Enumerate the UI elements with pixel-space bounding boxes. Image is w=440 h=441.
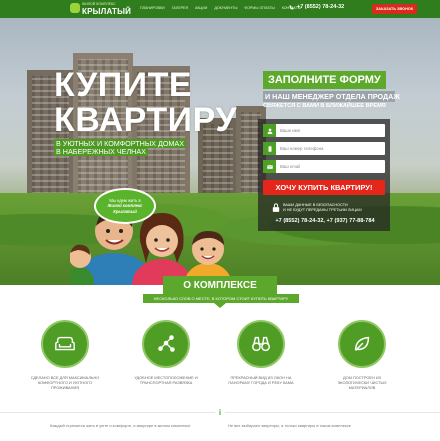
- hero-title-line2: КВАРТИРУ: [54, 101, 237, 139]
- top-header: ЖИЛОЙ КОМПЛЕКС КРЫЛАТЫЙ ПЛАНИРОВКИ ГАЛЕР…: [0, 0, 440, 18]
- form-phones: +7 (8552) 78-24-32, +7 (937) 77-88-784: [275, 218, 375, 224]
- about-title: О КОМПЛЕКСЕ: [163, 276, 277, 294]
- hero-section: КУПИТЕ КВАРТИРУ В УЮТНЫХ И КОМФОРТНЫХ ДО…: [0, 18, 440, 285]
- feature-item: СДЕЛАНО ВСЕ ДЛЯ МАКСИМАЛЬНО КОМФОРТНОГО …: [30, 320, 100, 390]
- about-subtitle: НЕСКОЛЬКО СЛОВ О МЕСТЕ, В КОТОРОМ СТОИТ …: [143, 294, 299, 303]
- bottom-text-right: Не все выбирают квартиры, а только кварт…: [228, 423, 351, 428]
- name-field[interactable]: Ваше имя: [263, 124, 385, 137]
- phone-icon: [263, 142, 276, 155]
- form-subheading: И НАШ МЕНЕДЖЕР ОТДЕЛА ПРОДАЖ: [263, 91, 400, 102]
- user-icon: [263, 124, 276, 137]
- info-mark: i: [215, 408, 225, 418]
- hero-subtitle-line2: В НАБЕРЕЖНЫХ ЧЕЛНАХ: [54, 147, 148, 157]
- logo-name: КРЫЛАТЫЙ: [82, 7, 132, 16]
- feature-text: ДОМ ПОСТРОЕН ИЗ ЭКОЛОГИЧЕСКИ ЧИСТЫХ МАТЕ…: [337, 375, 387, 391]
- nav-item-gallery[interactable]: ГАЛЕРЕЯ: [172, 6, 188, 10]
- feature-text: ПРЕКРАСНЫЙ ВИД ИЗ ОКОН НА ПАНОРАМУ ГОРОД…: [228, 375, 294, 386]
- form-heading: ЗАПОЛНИТЕ ФОРМУ: [263, 71, 386, 89]
- speech-bubble: Мы едем жить в Жилой комплекс Крылатый: [94, 188, 156, 224]
- nav-item-documents[interactable]: ДОКУМЕНТЫ: [214, 6, 237, 10]
- logo-subtitle: ЖИЛОЙ КОМПЛЕКС: [82, 2, 116, 6]
- hero-subtitle: В УЮТНЫХ И КОМФОРТНЫХ ДОМАХ В НАБЕРЕЖНЫХ…: [54, 139, 194, 157]
- header-phone-number: +7 (8552) 78-24-32: [297, 4, 345, 10]
- hero-title: КУПИТЕ КВАРТИРУ: [54, 68, 237, 137]
- email-field[interactable]: Ваш email: [263, 160, 385, 173]
- submit-button[interactable]: ХОЧУ КУПИТЬ КВАРТИРУ!: [263, 180, 385, 195]
- privacy-line2: И НЕ БУДУТ ПЕРЕДАНЫ ТРЕТЬИМ ЛИЦАМ: [283, 207, 362, 212]
- nav-item-promos[interactable]: АКЦИИ: [195, 6, 207, 10]
- feature-text: СДЕЛАНО ВСЕ ДЛЯ МАКСИМАЛЬНО КОМФОРТНОГО …: [30, 375, 100, 391]
- email-placeholder: Ваш email: [280, 164, 301, 169]
- binoculars-icon: [237, 320, 285, 368]
- callback-button[interactable]: ЗАКАЗАТЬ ЗВОНОК: [372, 4, 417, 14]
- feature-item: ПРЕКРАСНЫЙ ВИД ИЗ ОКОН НА ПАНОРАМУ ГОРОД…: [226, 320, 296, 385]
- about-arrow: [214, 303, 226, 308]
- lead-form: Ваше имя Ваш номер телефона Ваш email ХО…: [258, 119, 390, 231]
- name-placeholder: Ваше имя: [280, 128, 300, 133]
- form-heading-block: ЗАПОЛНИТЕ ФОРМУ И НАШ МЕНЕДЖЕР ОТДЕЛА ПР…: [263, 70, 400, 109]
- nav-item-payment[interactable]: ФОРМЫ ОПЛАТЫ: [244, 6, 274, 10]
- main-nav: ПЛАНИРОВКИ ГАЛЕРЕЯ АКЦИИ ДОКУМЕНТЫ ФОРМЫ…: [140, 6, 301, 10]
- phone-icon: [289, 5, 294, 9]
- logo-icon: [70, 3, 80, 13]
- bubble-line3: Крылатый: [113, 208, 137, 214]
- phone-placeholder: Ваш номер телефона: [280, 146, 324, 151]
- sofa-icon: [41, 320, 89, 368]
- logo[interactable]: ЖИЛОЙ КОМПЛЕКС КРЫЛАТЫЙ: [70, 1, 131, 17]
- features-section: СДЕЛАНО ВСЕ ДЛЯ МАКСИМАЛЬНО КОМФОРТНОГО …: [0, 312, 440, 412]
- feature-text: УДОБНОЕ МЕСТОПОЛОЖЕНИЕ И ТРАНСПОРТНАЯ РА…: [134, 375, 198, 386]
- phone-field[interactable]: Ваш номер телефона: [263, 142, 385, 155]
- feature-item: ДОМ ПОСТРОЕН ИЗ ЭКОЛОГИЧЕСКИ ЧИСТЫХ МАТЕ…: [327, 320, 397, 390]
- header-phone[interactable]: +7 (8552) 78-24-32: [289, 4, 344, 10]
- mail-icon: [263, 160, 276, 173]
- network-icon: [142, 320, 190, 368]
- hero-title-line1: КУПИТЕ: [54, 66, 193, 104]
- privacy-note: ВАШИ ДАННЫЕ В БЕЗОПАСНОСТИ И НЕ БУДУТ ПЕ…: [272, 203, 382, 213]
- bottom-text-left: Каждый стремится жить в уюте и комфорте,…: [50, 423, 191, 428]
- nav-item-plans[interactable]: ПЛАНИРОВКИ: [140, 6, 165, 10]
- form-subheading-2: СВЯЖЕТСЯ С ВАМИ В БЛИЖАЙШЕЕ ВРЕМЯ: [263, 103, 386, 109]
- bottom-section: i Каждый стремится жить в уюте и комфорт…: [0, 408, 440, 441]
- feature-item: УДОБНОЕ МЕСТОПОЛОЖЕНИЕ И ТРАНСПОРТНАЯ РА…: [131, 320, 201, 385]
- lock-icon: [272, 203, 280, 213]
- leaf-icon: [338, 320, 386, 368]
